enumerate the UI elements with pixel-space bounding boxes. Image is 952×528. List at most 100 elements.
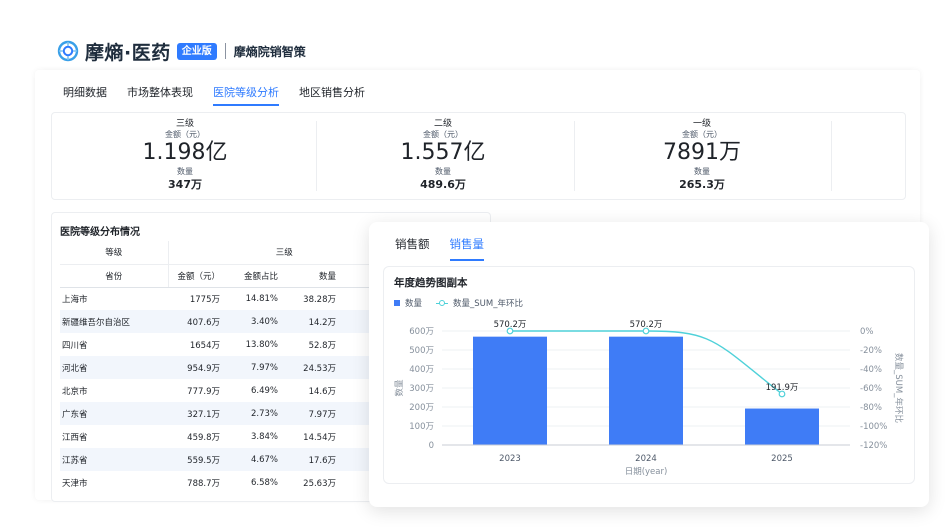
kpi-amount-label: 金额（元）	[423, 130, 463, 139]
cell-qty: 14.54万	[303, 432, 336, 443]
y2-tick-label: -40%	[860, 365, 882, 375]
cell-qty: 38.28万	[303, 294, 336, 305]
cell-province: 新疆维吾尔自治区	[60, 310, 168, 333]
y-tick-label: 300万	[409, 384, 434, 394]
table-row: 天津市 788.7万 6.58% 25.63万	[60, 471, 400, 494]
nav-tabs: 明细数据 市场整体表现 医院等级分析 地区销售分析	[63, 84, 385, 106]
header-group-level-3: 三级	[168, 241, 400, 265]
y2-tick-label: -120%	[860, 441, 887, 451]
x-tick-label: 2024	[635, 454, 657, 464]
header-province: 省份	[60, 264, 169, 288]
kpi-amount-value: 1.198亿	[142, 140, 228, 165]
cell-share: 3.40%	[226, 310, 284, 333]
metric-tab-2[interactable]: 销售量	[449, 236, 484, 261]
cell-share: 14.81%	[245, 293, 278, 304]
bar-data-label: 191.9万	[766, 383, 799, 393]
cell-province: 江西省	[62, 432, 88, 443]
y2-tick-label: -80%	[860, 403, 882, 413]
cell-province: 北京市	[62, 386, 88, 397]
bar-2025[interactable]	[745, 408, 819, 445]
cell-qty: 52.8万	[308, 340, 336, 351]
cell-amount: 459.8万	[187, 432, 220, 443]
cell-province: 上海市	[62, 294, 88, 305]
y-tick-label: 500万	[409, 346, 434, 356]
cell-share: 4.67%	[226, 448, 284, 471]
kpi-qty-value: 347万	[168, 178, 202, 191]
cell-share: 6.49%	[250, 385, 278, 396]
trend-chart-card: 销售额 销售量 年度趋势图副本 数量 数量_SUM_年环比 0 100万 200万 30…	[369, 222, 929, 507]
y2-tick-label: -20%	[860, 346, 882, 356]
kpi-amount-value: 7891万	[663, 140, 741, 165]
nav-tab-2[interactable]: 市场整体表现	[127, 84, 193, 106]
kpi-qty-label: 数量	[435, 167, 451, 176]
brand-divider	[224, 43, 226, 59]
cell-amount: 407.6万	[168, 310, 226, 333]
kpi-qty-value: 265.3万	[679, 178, 725, 191]
kpi-level-1: 三级 金额（元） 1.198亿数量 347万	[60, 119, 310, 192]
cell-qty: 14.2万	[284, 310, 342, 333]
y-tick-label: 100万	[409, 422, 434, 432]
column-header-3[interactable]: 数量	[284, 264, 342, 288]
table-header-row: 等级 三级	[60, 241, 400, 265]
cell-province: 河北省	[60, 356, 168, 379]
brand-logo-icon	[57, 40, 79, 62]
chart-panel: 年度趋势图副本 数量 数量_SUM_年环比 0 100万 200万 300万 400万 5…	[383, 266, 915, 484]
cell-amount: 954.9万	[168, 356, 226, 379]
y-axis-label: 数量	[394, 379, 405, 397]
cell-amount: 777.9万	[187, 386, 220, 397]
column-header-1[interactable]: 金额（元）	[168, 264, 226, 288]
kpi-amount-label: 金额（元）	[165, 130, 205, 139]
brand-header: 摩熵·医药 企业版 摩熵院销智策	[57, 38, 306, 64]
kpi-level-label: 三级	[175, 119, 194, 129]
cell-province: 天津市	[62, 478, 88, 489]
cell-amount: 788.7万	[187, 478, 220, 489]
table-row: 江苏省 559.5万 4.67% 17.6万	[60, 448, 400, 471]
y-tick-label: 200万	[409, 403, 434, 413]
x-tick-label: 2023	[499, 454, 521, 464]
kpi-amount-label: 金额（元）	[682, 130, 722, 139]
kpi-divider	[831, 121, 832, 191]
kpi-level-3: 一级 金额（元） 7891万 数量 265.3万	[577, 119, 827, 192]
table-column-header-row: 省份 金额（元）金额占比数量数量	[60, 264, 400, 288]
table-row: 北京市 777.9万 6.49% 14.6万	[60, 379, 400, 402]
cell-qty: 24.53万	[284, 356, 342, 379]
cell-amount: 1654万	[189, 340, 220, 351]
cell-share: 3.84%	[250, 431, 278, 442]
kpi-level-label: 二级	[433, 119, 452, 129]
table-row: 江西省 459.8万 3.84% 14.54万	[60, 425, 400, 448]
brand-name: 摩熵·医药	[85, 41, 171, 64]
nav-tab-4[interactable]: 地区销售分析	[299, 84, 365, 106]
cell-qty: 7.97万	[284, 402, 342, 425]
kpi-level-label: 一级	[692, 119, 711, 129]
cell-amount: 327.1万	[168, 402, 226, 425]
bar-2023[interactable]	[473, 336, 547, 445]
cell-amount: 1775万	[189, 294, 220, 305]
cell-amount: 559.5万	[168, 448, 226, 471]
kpi-level-2: 二级 金额（元） 1.557亿 数量 489.6万	[318, 119, 568, 192]
table-row: 河北省 954.9万 7.97% 24.53万	[60, 356, 400, 379]
app-screen: 摩熵·医药 企业版 摩熵院销智策 明细数据 市场整体表现 医院等级分析 地区销售分析 …	[0, 0, 952, 528]
y2-axis-label: 数量_SUM_年环比	[893, 353, 904, 423]
nav-tab-3[interactable]: 医院等级分析	[213, 84, 279, 106]
kpi-amount-value: 1.557亿	[400, 140, 486, 165]
distribution-title: 医院等级分布情况	[60, 227, 140, 238]
bar-2024[interactable]	[609, 336, 683, 445]
trend-chart: 0 100万 200万 300万 400万 500万 600万 0% -20% -40% -60% -…	[394, 320, 904, 477]
column-header-2[interactable]: 金额占比	[226, 264, 284, 288]
y-tick-label: 400万	[409, 365, 434, 375]
cell-qty: 14.6万	[308, 386, 336, 397]
metric-tabs: 销售额 销售量	[395, 236, 504, 261]
cell-share: 2.73%	[226, 402, 284, 425]
nav-tab-1[interactable]: 明细数据	[63, 84, 107, 106]
kpi-qty-label: 数量	[177, 167, 193, 176]
x-tick-label: 2025	[771, 454, 793, 464]
table-row: 上海市1775万14.81%38.28万1	[60, 287, 400, 310]
cell-share: 7.97%	[226, 356, 284, 379]
cell-qty: 25.63万	[303, 478, 336, 489]
table-row: 广东省 327.1万 2.73% 7.97万	[60, 402, 400, 425]
bar-data-label: 570.2万	[630, 320, 663, 330]
y-tick-label: 0	[429, 441, 434, 451]
product-name: 摩熵院销智策	[233, 44, 306, 59]
y-tick-label: 600万	[409, 327, 434, 337]
metric-tab-1[interactable]: 销售额	[395, 236, 430, 261]
